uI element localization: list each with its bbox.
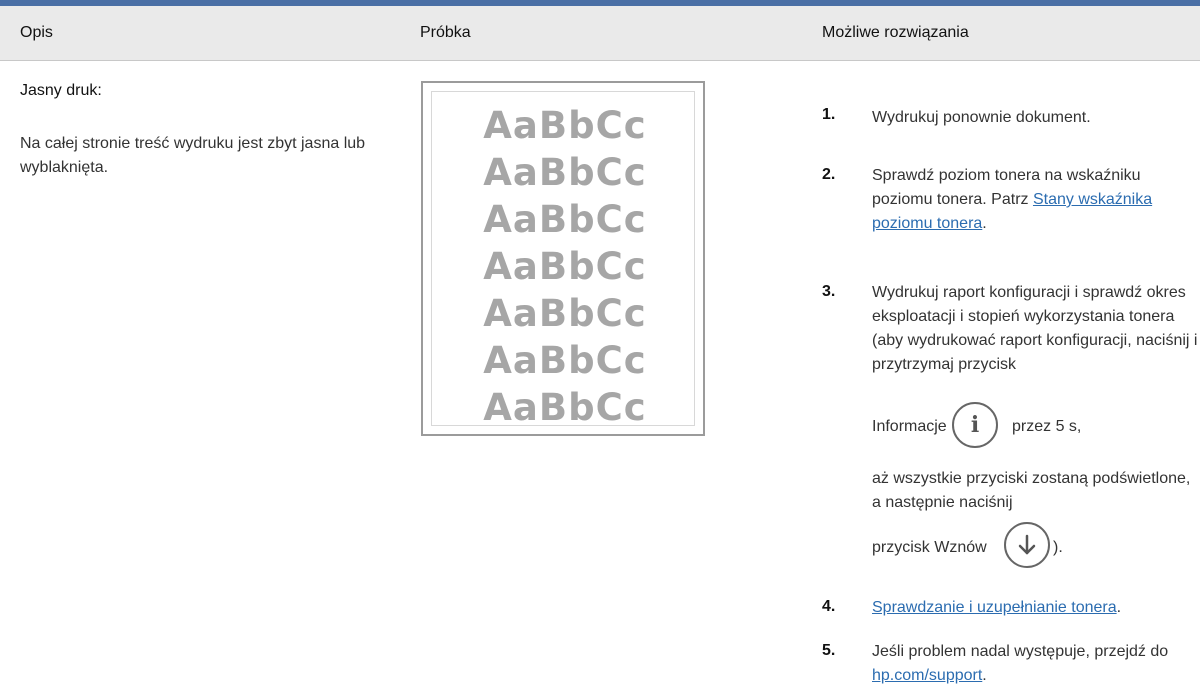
print-sample-inner: AaBbCc AaBbCc AaBbCc AaBbCc AaBbCc AaBbC…: [431, 91, 695, 429]
issue-title: Jasny druk:: [20, 82, 102, 99]
info-after: przez 5 s,: [1012, 418, 1082, 435]
sample-line: AaBbCc: [483, 104, 647, 147]
print-sample: AaBbCc AaBbCc AaBbCc AaBbCc AaBbCc AaBbC…: [421, 81, 705, 436]
header-solutions: Możliwe rozwiązania: [822, 24, 969, 41]
hp-support-link[interactable]: hp.com/support: [872, 667, 982, 684]
step-text-part: .: [982, 667, 987, 684]
header-description: Opis: [20, 24, 53, 41]
step-number: 5.: [822, 642, 836, 659]
resume-after: ).: [1053, 539, 1063, 556]
step-number: 1.: [822, 106, 836, 123]
step-text-continued: aż wszystkie przyciski zostaną podświetl…: [872, 470, 1191, 511]
step-text: Wydrukuj ponownie dokument.: [872, 109, 1091, 126]
step-number: 2.: [822, 166, 836, 183]
step-text-part: Jeśli problem nadal występuje, przejdź d…: [872, 643, 1169, 660]
sample-line: AaBbCc: [483, 245, 647, 288]
check-toner-link[interactable]: Sprawdzanie i uzupełnianie tonera: [872, 599, 1117, 616]
arrow-down-icon: [1004, 522, 1050, 568]
issue-description: Na całej stronie treść wydruku jest zbyt…: [20, 135, 366, 176]
step-number: 4.: [822, 598, 836, 615]
step-number: 3.: [822, 283, 836, 300]
header-sample: Próbka: [420, 24, 471, 41]
step-text: Wydrukuj raport konfiguracji i sprawdź o…: [872, 284, 1198, 373]
info-label: Informacje: [872, 418, 947, 435]
step-text-part: .: [1116, 599, 1122, 616]
table-header: Opis Próbka Możliwe rozwiązania: [0, 6, 1200, 61]
step-text-part: .: [982, 215, 987, 232]
step-text: Sprawdź poziom tonera na wskaźniku pozio…: [872, 164, 1200, 236]
sample-line: AaBbCc: [483, 386, 647, 429]
step-text: Jeśli problem nadal występuje, przejdź d…: [872, 640, 1200, 688]
sample-line: AaBbCc: [483, 292, 647, 335]
sample-line: AaBbCc: [483, 339, 647, 382]
sample-line: AaBbCc: [483, 198, 647, 241]
info-icon: i: [952, 402, 998, 448]
sample-line: AaBbCc: [483, 151, 647, 194]
step-text: Sprawdzanie i uzupełnianie tonera.: [872, 596, 1200, 620]
